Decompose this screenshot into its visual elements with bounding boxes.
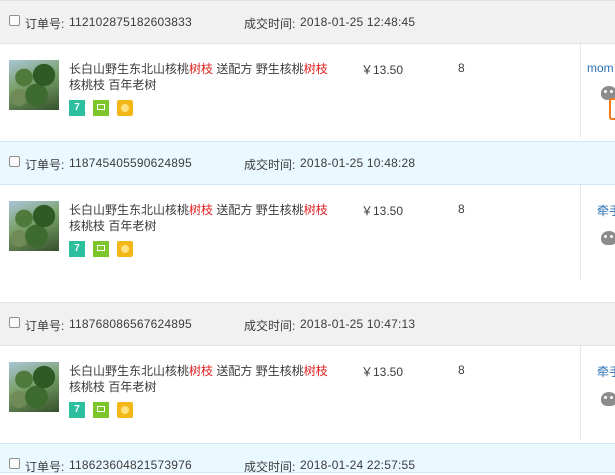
order-number-label: 订单号: — [25, 17, 65, 31]
product-title-highlight: 树枝 — [189, 62, 214, 76]
deal-time-label: 成交时间: — [244, 17, 296, 31]
order-checkbox[interactable] — [9, 156, 20, 167]
order-item-row: 长白山野生东北山核桃树枝 送配方 野生核桃树枝 核桃枝 百年老树 7 ￥13.50… — [0, 185, 615, 279]
order-number: 118768086567624895 — [69, 317, 192, 331]
product-title-link[interactable]: 长白山野生东北山核桃树枝 送配方 野生核桃树枝 核桃枝 百年老树 — [69, 202, 349, 234]
product-title-highlight: 树枝 — [303, 203, 328, 217]
seven-day-return-icon[interactable]: 7 — [69, 241, 85, 257]
seven-day-return-icon[interactable]: 7 — [69, 100, 85, 116]
order-number-label: 订单号: — [25, 460, 65, 474]
deal-time: 2018-01-25 10:47:13 — [300, 317, 416, 331]
order-number-label: 订单号: — [25, 319, 65, 333]
product-thumbnail[interactable] — [9, 60, 59, 110]
product-title-part: 长白山野生东北山核桃 — [69, 62, 190, 76]
quantity: 8 — [458, 363, 465, 377]
action-button[interactable] — [609, 98, 615, 120]
product-title-part: 长白山野生东北山核桃 — [69, 203, 190, 217]
deal-time-label: 成交时间: — [244, 460, 296, 474]
seller-link[interactable]: mom — [587, 61, 614, 75]
unit-price: ￥13.50 — [361, 63, 404, 77]
order-checkbox[interactable] — [9, 317, 20, 328]
chat-icon[interactable] — [601, 392, 615, 406]
screen-consumer-protection-icon[interactable] — [93, 241, 109, 257]
gold-medal-icon[interactable] — [117, 402, 133, 418]
order-number: 112102875182603833 — [69, 15, 192, 29]
gold-medal-icon[interactable] — [117, 100, 133, 116]
deal-time: 2018-01-25 10:48:28 — [300, 156, 416, 170]
order-number: 118623604821573976 — [69, 458, 192, 472]
deal-time-label: 成交时间: — [244, 158, 296, 172]
order-checkbox[interactable] — [9, 15, 20, 26]
quantity: 8 — [458, 61, 465, 75]
screen-consumer-protection-icon[interactable] — [93, 402, 109, 418]
seller-link[interactable]: 牵手 — [597, 363, 615, 380]
column-divider — [580, 44, 581, 138]
product-thumbnail[interactable] — [9, 362, 59, 412]
seven-day-return-icon[interactable]: 7 — [69, 402, 85, 418]
product-title-highlight: 树枝 — [303, 62, 328, 76]
deal-time: 2018-01-25 12:48:45 — [300, 15, 416, 29]
order-number-label: 订单号: — [25, 158, 65, 172]
product-title-part: 核桃枝 百年老树 — [69, 78, 157, 92]
product-title-part: 核桃枝 百年老树 — [69, 380, 157, 394]
order-header: 订单号: 112102875182603833 成交时间: 2018-01-25… — [0, 0, 615, 44]
unit-price: ￥13.50 — [361, 365, 404, 379]
product-title-part: 送配方 野生核桃 — [213, 62, 304, 76]
order-header: 订单号: 118768086567624895 成交时间: 2018-01-25… — [0, 302, 615, 346]
order-item-row: 长白山野生东北山核桃树枝 送配方 野生核桃树枝 核桃枝 百年老树 7 ￥13.50… — [0, 44, 615, 138]
deal-time-label: 成交时间: — [244, 319, 296, 333]
order-header: 订单号: 118623604821573976 成交时间: 2018-01-24… — [0, 443, 615, 474]
gold-medal-icon[interactable] — [117, 241, 133, 257]
product-title-part: 长白山野生东北山核桃 — [69, 364, 190, 378]
chat-icon[interactable] — [601, 231, 615, 245]
order-item-row: 长白山野生东北山核桃树枝 送配方 野生核桃树枝 核桃枝 百年老树 7 ￥13.50… — [0, 346, 615, 440]
order-header: 订单号: 118745405590624895 成交时间: 2018-01-25… — [0, 141, 615, 185]
product-title-highlight: 树枝 — [189, 364, 214, 378]
unit-price: ￥13.50 — [361, 204, 404, 218]
column-divider — [580, 346, 581, 440]
order-number: 118745405590624895 — [69, 156, 192, 170]
quantity: 8 — [458, 202, 465, 216]
column-divider — [580, 185, 581, 279]
screen-consumer-protection-icon[interactable] — [93, 100, 109, 116]
product-title-part: 核桃枝 百年老树 — [69, 219, 157, 233]
deal-time: 2018-01-24 22:57:55 — [300, 458, 416, 472]
product-title-link[interactable]: 长白山野生东北山核桃树枝 送配方 野生核桃树枝 核桃枝 百年老树 — [69, 363, 349, 395]
product-thumbnail[interactable] — [9, 201, 59, 251]
product-title-highlight: 树枝 — [303, 364, 328, 378]
product-title-link[interactable]: 长白山野生东北山核桃树枝 送配方 野生核桃树枝 核桃枝 百年老树 — [69, 61, 349, 93]
product-title-part: 送配方 野生核桃 — [213, 364, 304, 378]
product-title-highlight: 树枝 — [189, 203, 214, 217]
seller-link[interactable]: 牵手 — [597, 202, 615, 219]
order-checkbox[interactable] — [9, 458, 20, 469]
product-title-part: 送配方 野生核桃 — [213, 203, 304, 217]
